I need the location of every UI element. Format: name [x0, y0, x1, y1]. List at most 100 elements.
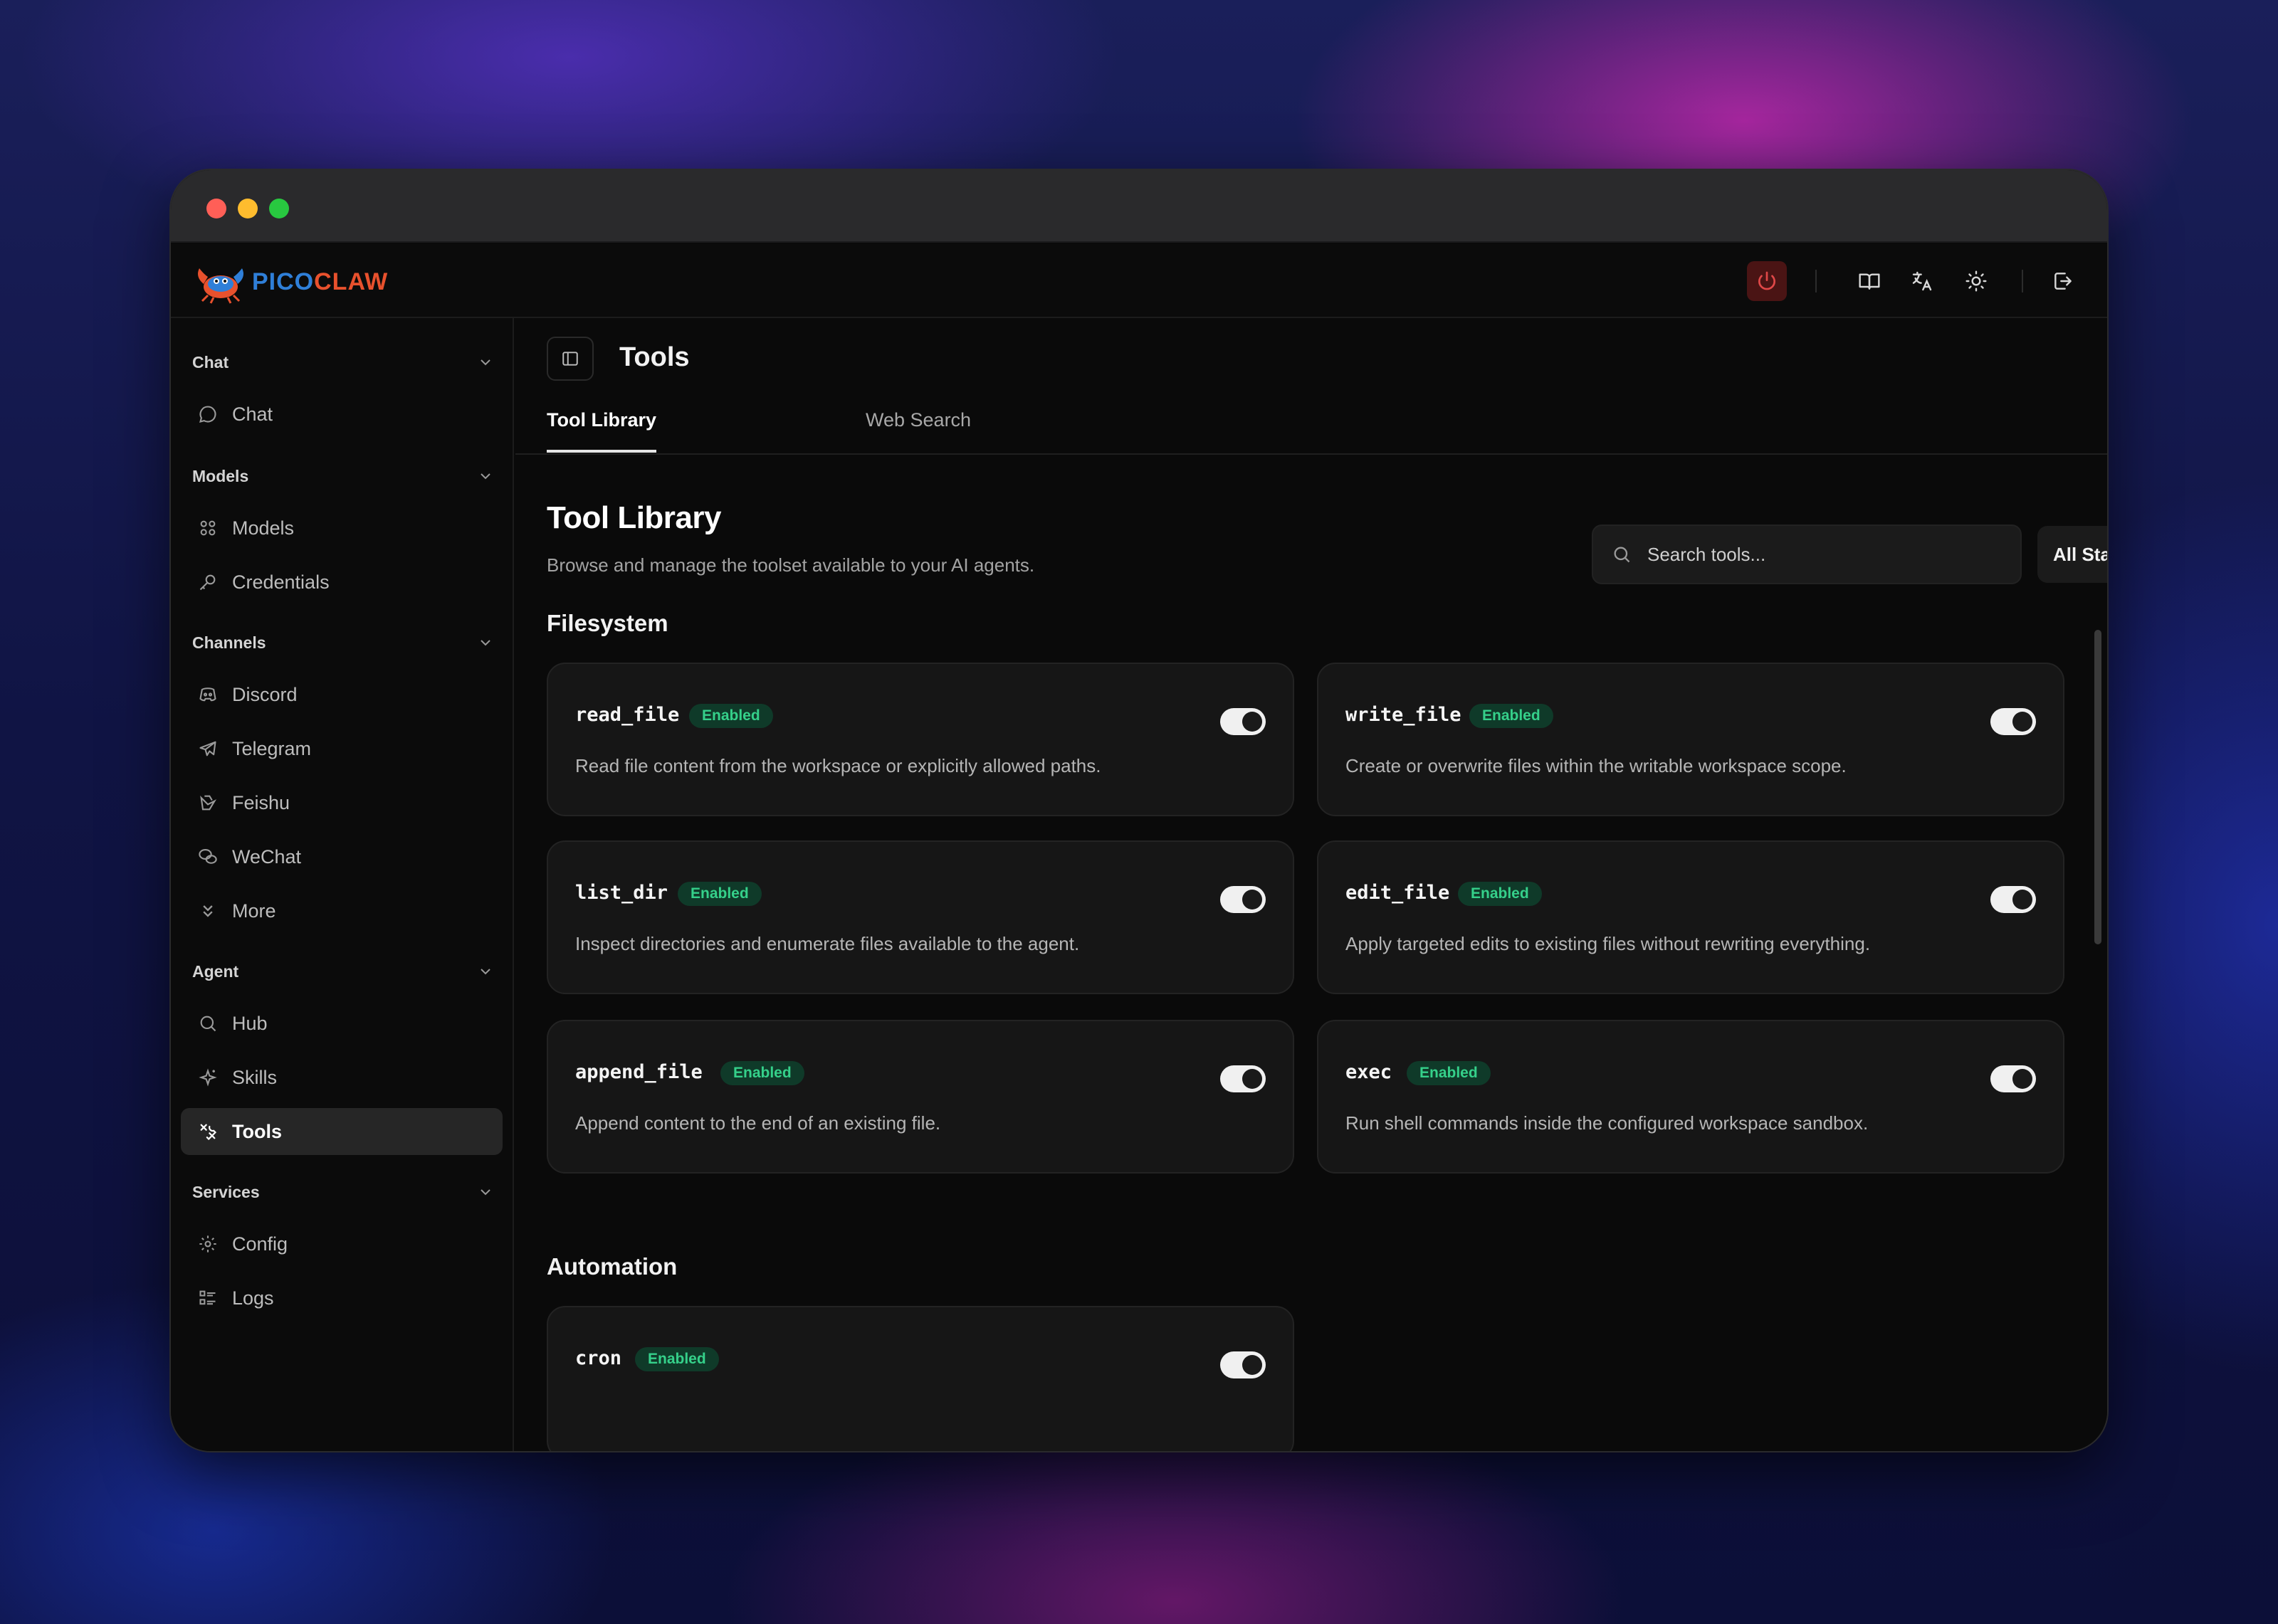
tool-description: Run shell commands inside the configured…	[1345, 1112, 1869, 1134]
sidebar-item-feishu[interactable]: Feishu	[181, 779, 503, 826]
sidebar-item-label: Logs	[232, 1287, 274, 1309]
tool-toggle-switch[interactable]	[1220, 708, 1266, 735]
logo[interactable]: PICOCLAW	[192, 258, 388, 305]
tool-card-edit-file: edit_file Enabled Apply targeted edits t…	[1317, 840, 2064, 994]
tools-icon	[200, 1124, 217, 1141]
sidebar-item-hub[interactable]: Hub	[181, 1000, 503, 1047]
tool-name: edit_file	[1345, 882, 1450, 904]
docs-button[interactable]	[1849, 261, 1889, 301]
sidebar-section-title: Models	[192, 466, 249, 485]
sun-icon	[1965, 270, 1987, 292]
logout-button[interactable]	[2043, 261, 2083, 301]
sidebar-item-models[interactable]: Models	[181, 505, 503, 552]
chevrons-down-icon	[203, 905, 213, 917]
tool-description: Read file content from the workspace or …	[575, 755, 1101, 776]
tool-toggle-switch[interactable]	[1220, 1351, 1266, 1378]
sidebar-section-chat[interactable]: Chat	[192, 348, 494, 376]
tool-name: exec	[1345, 1061, 1392, 1083]
tool-name: append_file	[575, 1061, 703, 1083]
tool-toggle-switch[interactable]	[1990, 708, 2036, 735]
tool-card-write-file: write_file Enabled Create or overwrite f…	[1317, 663, 2064, 816]
main-scrollbar[interactable]	[2094, 630, 2101, 944]
search-input[interactable]	[1647, 543, 2003, 566]
chevron-down-icon	[481, 969, 490, 975]
logo-text-claw: CLAW	[314, 268, 389, 295]
close-window-button[interactable]	[206, 199, 226, 218]
tab-web-search[interactable]: Web Search	[866, 409, 971, 450]
sidebar-section-channels[interactable]: Channels	[192, 628, 494, 657]
sidebar-item-label: WeChat	[232, 845, 302, 868]
sidebar-item-more[interactable]: More	[181, 887, 503, 934]
maximize-window-button[interactable]	[269, 199, 289, 218]
group-title-filesystem: Filesystem	[547, 610, 668, 636]
status-badge: Enabled	[720, 1061, 804, 1085]
tool-toggle-switch[interactable]	[1220, 886, 1266, 913]
app-header: PICOCLAW	[171, 244, 2107, 318]
sidebar-section-services[interactable]: Services	[192, 1178, 494, 1206]
sidebar-item-label: Tools	[232, 1120, 282, 1142]
sidebar-item-skills[interactable]: Skills	[181, 1054, 503, 1101]
sidebar-section-title: Agent	[192, 961, 239, 981]
app-window: PICOCLAW Chat Chat Models Models Credent…	[169, 169, 2109, 1452]
status-badge: Enabled	[678, 882, 762, 906]
logo-text: PICOCLAW	[252, 268, 388, 296]
sidebar-section-models[interactable]: Models	[192, 462, 494, 490]
page-title: Tools	[619, 342, 690, 372]
status-filter-value: All Status	[2053, 543, 2107, 565]
sidebar-item-telegram[interactable]: Telegram	[181, 725, 503, 772]
library-title: Tool Library	[547, 500, 721, 535]
tab-bar: Tool Library Web Search	[515, 396, 2107, 455]
sidebar-item-tools[interactable]: Tools	[181, 1108, 503, 1155]
sidebar-item-label: Credentials	[232, 571, 330, 593]
tool-name: cron	[575, 1347, 622, 1369]
sidebar-item-credentials[interactable]: Credentials	[181, 559, 503, 606]
tool-card-list-dir: list_dir Enabled Inspect directories and…	[547, 840, 1294, 994]
gear-icon	[199, 1235, 216, 1253]
sidebar-item-wechat[interactable]: WeChat	[181, 833, 503, 880]
list-icon	[199, 1290, 216, 1305]
status-badge: Enabled	[1469, 704, 1553, 728]
window-titlebar	[171, 170, 2107, 243]
tool-toggle-switch[interactable]	[1220, 1065, 1266, 1092]
tool-toggle-switch[interactable]	[1990, 886, 2036, 913]
crab-logo-icon	[198, 268, 243, 304]
logout-icon	[2054, 273, 2072, 290]
status-badge: Enabled	[1407, 1061, 1491, 1085]
discord-icon	[199, 687, 216, 702]
search-box[interactable]	[1592, 524, 2022, 584]
group-title-automation: Automation	[547, 1253, 678, 1280]
minimize-window-button[interactable]	[238, 199, 258, 218]
sidebar-item-label: Chat	[232, 403, 273, 425]
sidebar-panel-icon	[562, 352, 578, 366]
logo-text-pico: PICO	[252, 268, 315, 295]
tool-description: Apply targeted edits to existing files w…	[1345, 933, 1871, 954]
sidebar-section-agent[interactable]: Agent	[192, 957, 494, 986]
sidebar-item-label: Skills	[232, 1066, 278, 1088]
sidebar: Chat Chat Models Models Credentials Chan…	[171, 318, 514, 1451]
tool-card-read-file: read_file Enabled Read file content from…	[547, 663, 1294, 816]
status-filter-select[interactable]: All Status	[2037, 526, 2107, 583]
tab-tool-library[interactable]: Tool Library	[547, 409, 657, 453]
models-icon	[200, 520, 216, 536]
power-button[interactable]	[1747, 261, 1787, 301]
status-badge: Enabled	[1458, 882, 1542, 906]
tool-card-append-file: append_file Enabled Append content to th…	[547, 1020, 1294, 1174]
sidebar-item-logs[interactable]: Logs	[181, 1275, 503, 1322]
sidebar-item-label: Discord	[232, 683, 298, 705]
language-button[interactable]	[1902, 261, 1942, 301]
sidebar-item-label: Config	[232, 1233, 288, 1255]
tool-name: list_dir	[575, 882, 668, 904]
tool-description: Inspect directories and enumerate files …	[575, 933, 1080, 954]
toggle-sidebar-button[interactable]	[547, 337, 594, 381]
chevron-down-icon	[481, 640, 490, 646]
sidebar-item-chat[interactable]: Chat	[181, 391, 503, 438]
tool-description: Append content to the end of an existing…	[575, 1112, 941, 1134]
book-icon	[1859, 273, 1880, 290]
sidebar-section-title: Chat	[192, 352, 229, 371]
tool-toggle-switch[interactable]	[1990, 1065, 2036, 1092]
sidebar-item-discord[interactable]: Discord	[181, 671, 503, 718]
header-divider	[1815, 270, 1817, 292]
theme-toggle-button[interactable]	[1956, 261, 1996, 301]
sidebar-item-config[interactable]: Config	[181, 1220, 503, 1267]
tool-name: read_file	[575, 704, 680, 726]
